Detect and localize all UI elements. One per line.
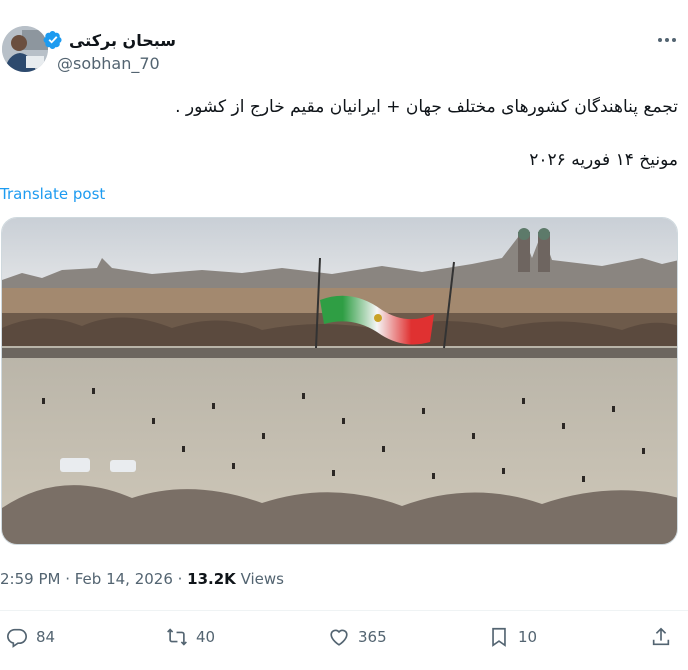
bookmark-button[interactable]: 10 <box>488 626 537 648</box>
tweet-location-date: مونیخ ۱۴ فوریه ۲۰۲۶ <box>529 150 678 170</box>
avatar-image <box>2 26 48 72</box>
rally-photo <box>2 218 677 544</box>
like-count: 365 <box>358 628 387 646</box>
reply-icon <box>7 628 27 648</box>
avatar[interactable] <box>2 26 48 72</box>
views-label: Views <box>235 570 284 588</box>
reply-count: 84 <box>36 628 56 646</box>
bookmark-count: 10 <box>518 628 538 646</box>
author-handle[interactable]: @sobhan_70 <box>57 54 160 73</box>
like-button[interactable]: 365 <box>328 626 387 648</box>
repost-icon <box>167 628 187 646</box>
like-icon <box>330 629 348 646</box>
author-name-row[interactable]: سبحان برکتی <box>43 30 176 50</box>
bookmark-icon <box>492 627 506 647</box>
tweet-meta: 2:59 PM · Feb 14, 2026 · 13.2K Views <box>0 570 284 588</box>
more-options-icon[interactable] <box>655 30 679 50</box>
tweet-text: تجمع پناهندگان کشورهای مختلف جهان + ایرا… <box>175 97 678 117</box>
verified-badge-icon <box>43 31 62 49</box>
repost-button[interactable]: 40 <box>166 626 215 648</box>
repost-count: 40 <box>196 628 216 646</box>
tweet-media-photo[interactable] <box>1 217 678 545</box>
author-display-name[interactable]: سبحان برکتی <box>69 31 176 50</box>
share-button[interactable] <box>650 626 672 648</box>
actions-divider <box>0 610 688 611</box>
share-icon <box>652 627 670 646</box>
reply-button[interactable]: 84 <box>6 626 55 648</box>
tweet-timestamp[interactable]: 2:59 PM · Feb 14, 2026 · <box>0 570 187 588</box>
translate-post-link[interactable]: Translate post <box>0 185 105 203</box>
views-count: 13.2K <box>187 570 236 588</box>
